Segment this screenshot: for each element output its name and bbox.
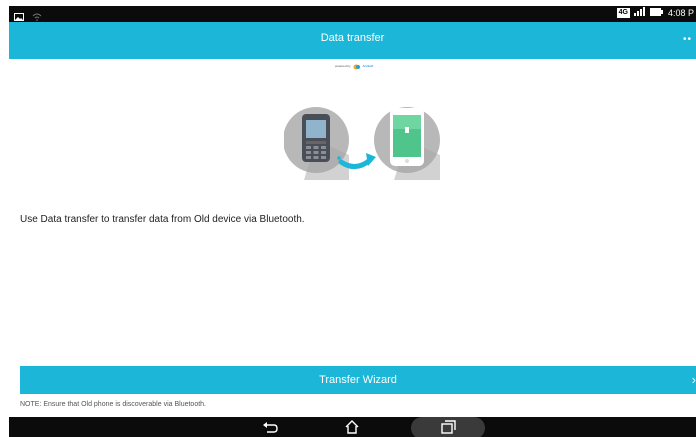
app-bar: Data transfer •• (9, 22, 696, 59)
arcsoft-brand-text: ArcSoft (362, 64, 374, 68)
app-window: 4G 4:08 P Data transfer •• powered by Ar… (9, 6, 696, 437)
battery-icon (649, 7, 664, 18)
back-icon[interactable] (255, 417, 285, 437)
powered-by-logo: powered by ArcSoft (335, 62, 373, 70)
transfer-wizard-button[interactable]: Transfer Wizard › (20, 366, 696, 394)
instruction-text: Use Data transfer to transfer data from … (20, 214, 305, 225)
powered-by-text: powered by (335, 64, 351, 68)
page-title: Data transfer (320, 32, 385, 44)
status-bar: 4G 4:08 P (9, 6, 696, 22)
transfer-wizard-label: Transfer Wizard (319, 374, 397, 386)
network-type-badge: 4G (616, 7, 630, 18)
wifi-calling-icon (32, 8, 42, 21)
transfer-illustration (283, 100, 440, 180)
signal-icon (633, 7, 646, 18)
bluetooth-note: NOTE: Ensure that Old phone is discovera… (20, 401, 206, 408)
clock: 4:08 P (667, 7, 694, 18)
overflow-menu-icon[interactable]: •• (683, 34, 692, 45)
nav-bar (9, 417, 696, 437)
recent-apps-icon[interactable] (433, 417, 463, 437)
chevron-right-icon: › (691, 372, 696, 387)
home-icon[interactable] (337, 417, 367, 437)
old-phone-icon (283, 107, 349, 180)
arcsoft-logo-icon (353, 57, 361, 75)
new-phone-icon (374, 107, 440, 180)
gallery-icon (14, 8, 24, 21)
